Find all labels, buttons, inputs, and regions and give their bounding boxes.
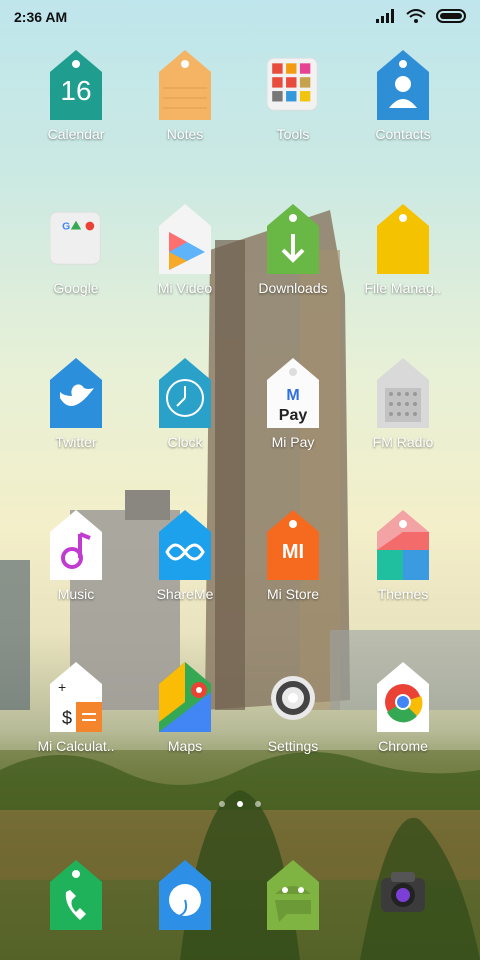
calendar-icon: 16 [50,50,102,120]
settings-icon [267,662,319,732]
svg-text:G: G [62,221,70,232]
file-manager-icon [377,204,429,274]
twitter-icon [50,358,102,428]
signal-icon [376,9,396,28]
app-label: Maps [167,738,203,754]
app-label: ShareMe [156,586,214,602]
app-google[interactable]: G Google [21,204,131,304]
app-mi-calculator[interactable]: $ + Mi Calculat.. [21,662,131,762]
app-label: Mi Pay [271,434,315,450]
app-mi-pay[interactable]: M Pay Mi Pay [238,358,348,458]
tools-folder-icon [266,50,319,120]
calendar-day: 16 [60,75,91,106]
dock-phone[interactable] [21,860,131,960]
mi-pay-text: Pay [279,407,308,424]
app-downloads[interactable]: Downloads [238,204,348,304]
mi-store-icon: MI [267,510,319,580]
app-label: Chrome [378,738,428,754]
app-label: Notes [166,126,204,142]
app-label: Mi Store [266,586,320,602]
app-label: Calendar [47,126,105,142]
mi-logo-text: MI [282,541,304,563]
dock-android-messages[interactable] [238,860,348,960]
status-time: 2:36 AM [14,9,68,25]
app-label: FM Radio [372,434,434,450]
page-dot[interactable] [219,801,225,807]
app-mi-video[interactable]: Mi Video [130,204,240,304]
messages-icon [159,860,211,930]
app-themes[interactable]: Themes [348,510,458,610]
svg-text:M: M [286,387,299,404]
dock-camera[interactable] [348,860,458,960]
android-icon [267,860,319,930]
app-label: Contacts [375,126,431,142]
clock-icon [159,358,211,428]
music-icon [50,510,102,580]
status-bar: 2:36 AM [0,0,480,34]
battery-icon [436,9,468,28]
app-label: Downloads [258,280,328,296]
shareme-icon [159,510,211,580]
app-mi-store[interactable]: MI Mi Store [238,510,348,610]
mi-pay-icon: M Pay [267,358,319,428]
app-label: Themes [377,586,429,602]
app-label: Twitter [55,434,97,450]
app-shareme[interactable]: ShareMe [130,510,240,610]
app-clock[interactable]: Clock [130,358,240,458]
maps-icon [159,662,211,732]
app-twitter[interactable]: Twitter [21,358,131,458]
app-label: File Manag.. [364,280,442,296]
app-label: Tools [276,126,310,142]
app-label: Google [53,280,99,296]
app-settings[interactable]: Settings [238,662,348,762]
app-maps[interactable]: Maps [130,662,240,762]
app-fm-radio[interactable]: FM Radio [348,358,458,458]
svg-text:$: $ [62,708,72,728]
page-dot[interactable] [255,801,261,807]
chrome-icon [377,662,429,732]
downloads-icon [267,204,319,274]
fm-radio-icon [377,358,429,428]
notes-icon [159,50,211,120]
app-label: Mi Video [157,280,213,296]
page-indicator [0,801,480,807]
app-label: Clock [167,434,203,450]
app-notes[interactable]: Notes [130,50,240,150]
dock [0,860,480,940]
contacts-icon [377,50,429,120]
app-chrome[interactable]: Chrome [348,662,458,762]
app-file-manager[interactable]: File Manag.. [348,204,458,304]
wifi-icon [406,9,426,28]
calculator-icon: $ + [50,662,102,732]
app-label: Music [57,586,95,602]
app-label: Settings [267,738,319,754]
svg-text:+: + [58,679,66,695]
app-music[interactable]: Music [21,510,131,610]
google-folder-icon: G [49,204,102,274]
page-dot-active[interactable] [237,801,243,807]
app-tools[interactable]: Tools [238,50,348,150]
app-label: Mi Calculat.. [37,738,115,754]
app-contacts[interactable]: Contacts [348,50,458,150]
phone-icon [50,860,102,930]
dock-messages[interactable] [130,860,240,960]
themes-icon [377,510,429,580]
app-calendar[interactable]: 16 Calendar [21,50,131,150]
mi-video-icon [159,204,211,274]
camera-icon [377,860,429,930]
